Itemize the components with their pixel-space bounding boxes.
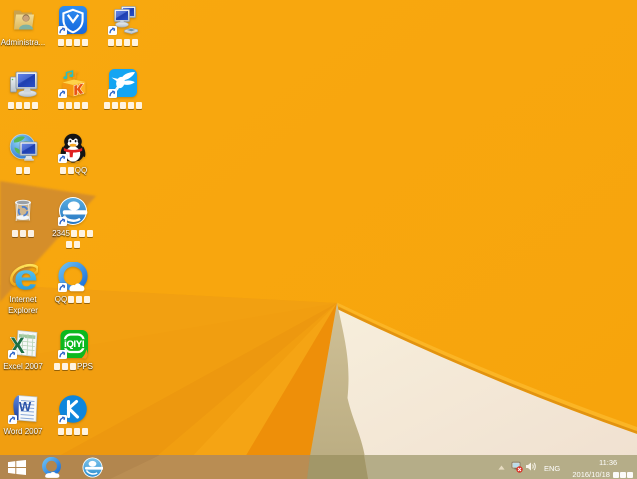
svg-text:e: e (14, 262, 38, 292)
svg-text:iQIYI: iQIYI (64, 339, 84, 350)
svg-text:W: W (19, 399, 32, 414)
